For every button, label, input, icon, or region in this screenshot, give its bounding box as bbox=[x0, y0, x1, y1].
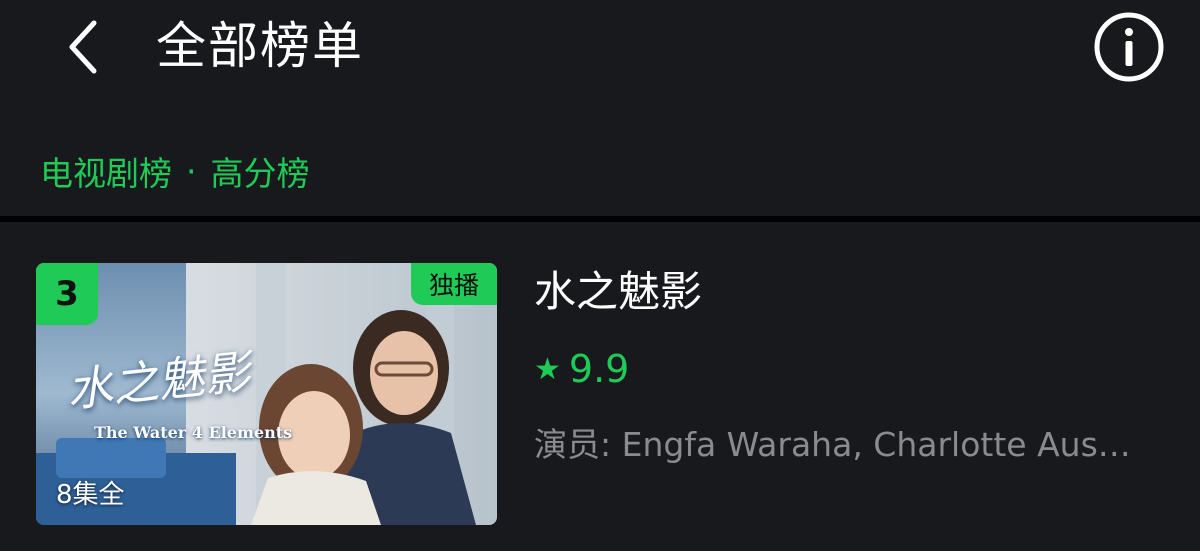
page-title: 全部榜单 bbox=[156, 17, 364, 75]
item-title[interactable]: 水之魅影 bbox=[534, 264, 702, 320]
rating: ★ 9.9 bbox=[534, 344, 629, 394]
exclusive-badge: 独播 bbox=[411, 263, 497, 305]
star-icon: ★ bbox=[534, 351, 561, 387]
cast-text: 演员: Engfa Waraha, Charlotte Aus… bbox=[534, 425, 1131, 464]
header: 全部榜单 bbox=[0, 0, 1200, 100]
breadcrumb: 电视剧榜 · 高分榜 bbox=[40, 146, 310, 196]
info-button[interactable] bbox=[1090, 8, 1168, 86]
episodes-label: 8集全 bbox=[56, 480, 125, 510]
breadcrumb-separator: · bbox=[186, 151, 197, 191]
rating-score: 9.9 bbox=[568, 347, 630, 391]
rank-badge: 3 bbox=[36, 263, 98, 325]
poster-title-en: The Water 4 Elements bbox=[94, 423, 293, 442]
page: 全部榜单 电视剧榜 · 高分榜 3 独播 水之魅影 The Water 4 El… bbox=[0, 0, 1200, 551]
list-item[interactable]: 3 独播 水之魅影 The Water 4 Elements 8集全 水之魅影 … bbox=[0, 222, 1200, 551]
info-icon bbox=[1094, 12, 1164, 82]
breadcrumb-category[interactable]: 电视剧榜 bbox=[40, 147, 172, 195]
chevron-left-icon bbox=[69, 20, 97, 74]
breadcrumb-ranking[interactable]: 高分榜 bbox=[211, 147, 310, 195]
back-button[interactable] bbox=[52, 12, 112, 82]
poster-image[interactable]: 3 独播 水之魅影 The Water 4 Elements 8集全 bbox=[36, 263, 497, 525]
